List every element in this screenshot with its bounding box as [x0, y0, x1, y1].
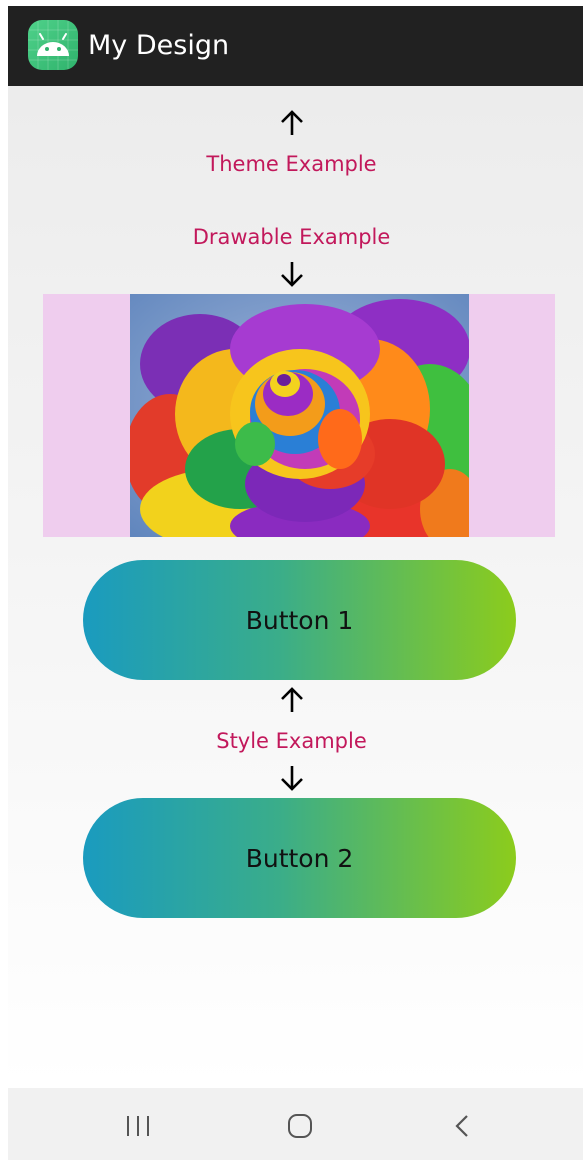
back-icon[interactable] — [433, 1108, 493, 1144]
arrow-down-icon — [0, 259, 583, 293]
phone-screen: My Design Theme Example Drawable Example — [0, 0, 583, 1160]
theme-example-label: Theme Example — [206, 152, 377, 176]
arrow-down-icon — [0, 763, 583, 797]
drawable-container — [43, 294, 555, 537]
app-bar: My Design — [8, 6, 583, 86]
android-icon — [28, 20, 78, 70]
app-title: My Design — [88, 30, 230, 61]
style-example-label: Style Example — [216, 729, 367, 753]
rainbow-rose-image — [130, 294, 469, 537]
drawable-example-label: Drawable Example — [192, 225, 391, 249]
system-nav-bar — [8, 1088, 583, 1160]
recents-icon[interactable] — [108, 1108, 168, 1144]
button-1[interactable]: Button 1 — [83, 560, 516, 680]
arrow-up-icon — [0, 685, 583, 719]
arrow-up-icon — [0, 108, 583, 142]
button-2[interactable]: Button 2 — [83, 798, 516, 918]
home-icon[interactable] — [270, 1108, 330, 1144]
